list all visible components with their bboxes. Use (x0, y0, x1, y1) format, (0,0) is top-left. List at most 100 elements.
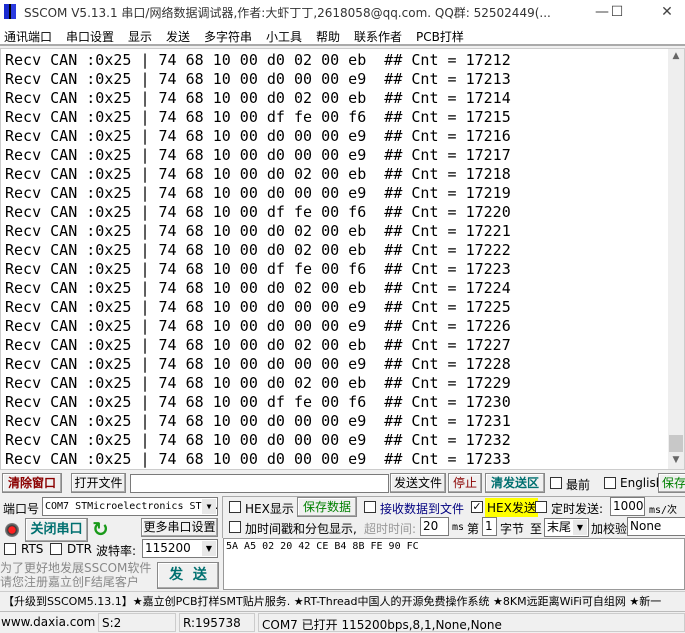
chevron-down-icon: ▼ (202, 541, 216, 556)
byte-to-select[interactable]: 末尾 ▼ (544, 518, 589, 537)
scroll-down-icon[interactable]: ▼ (668, 455, 684, 465)
port-select[interactable]: COM7 STMicroelectronics ST... ▼ (42, 497, 218, 516)
clear-window-button[interactable]: 清除窗口 (2, 473, 62, 493)
receive-line: Recv CAN :0x25 | 74 68 10 00 d0 00 00 e9… (5, 431, 511, 449)
menu-bar: 通讯端口 串口设置 显示 发送 多字符串 小工具 帮助 联系作者 PCB打样 (0, 24, 685, 46)
status-bar: www.daxia.com S:2 R:195738 COM7 已打开 1152… (0, 611, 685, 633)
receive-line: Recv CAN :0x25 | 74 68 10 00 d0 02 00 eb… (5, 241, 511, 259)
rts-checkbox[interactable] (4, 543, 16, 555)
checksum-select[interactable]: None (627, 517, 685, 536)
receive-line: Recv CAN :0x25 | 74 68 10 00 d0 00 00 e9… (5, 146, 511, 164)
receive-line: Recv CAN :0x25 | 74 68 10 00 d0 00 00 e9… (5, 450, 511, 468)
save-params-button[interactable]: 保存参数 (658, 473, 685, 493)
menu-tools[interactable]: 小工具 (266, 28, 302, 45)
to-label: 至 (530, 522, 543, 536)
chevron-down-icon: ▼ (202, 499, 216, 514)
receive-line: Recv CAN :0x25 | 74 68 10 00 d0 00 00 e9… (5, 127, 511, 145)
website-link[interactable]: www.daxia.com (1, 615, 95, 629)
timestamp-checkbox[interactable] (229, 521, 241, 533)
hex-send-label: HEX发送 (485, 498, 538, 517)
interval-input[interactable]: 1000 (610, 497, 645, 516)
port-label: 端口号 (3, 502, 40, 516)
timed-send-label: 定时发送: (551, 502, 604, 516)
english-label: English (620, 476, 664, 490)
refresh-icon[interactable]: ↻ (92, 518, 109, 540)
receive-line: Recv CAN :0x25 | 74 68 10 00 df fe 00 f6… (5, 393, 511, 411)
receive-line: Recv CAN :0x25 | 74 68 10 00 df fe 00 f6… (5, 260, 511, 278)
open-file-button[interactable]: 打开文件 (71, 473, 126, 493)
interval-unit: ms/次 (649, 505, 678, 516)
sent-count: S:2 (98, 613, 176, 632)
receive-line: Recv CAN :0x25 | 74 68 10 00 d0 02 00 eb… (5, 336, 511, 354)
more-port-settings-button[interactable]: 更多串口设置 (141, 518, 218, 537)
received-count: R:195738 (179, 613, 255, 632)
port-value: COM7 STMicroelectronics ST... (45, 501, 218, 512)
menu-multi-string[interactable]: 多字符串 (204, 28, 252, 45)
save-data-button[interactable]: 保存数据 (297, 497, 357, 517)
byte-to-value: 末尾 (547, 520, 572, 534)
menu-serial-settings[interactable]: 串口设置 (66, 28, 114, 45)
timed-send-checkbox[interactable] (535, 501, 547, 513)
topmost-label: 最前 (566, 478, 591, 492)
byte-from-label: 第 (467, 522, 480, 536)
receive-lines: Recv CAN :0x25 | 74 68 10 00 d0 02 00 eb… (5, 51, 511, 469)
scroll-thumb[interactable] (669, 435, 683, 452)
promo-line-2: 请您注册嘉立创F结尾客户 (0, 575, 139, 589)
scroll-up-icon[interactable]: ▲ (668, 51, 684, 61)
app-icon (4, 4, 16, 19)
title-bar: SSCOM V5.13.1 串口/网络数据调试器,作者:大虾丁丁,2618058… (0, 0, 685, 24)
port-status-led-icon (5, 523, 19, 537)
byte-from-input[interactable]: 1 (482, 517, 497, 536)
file-path-input[interactable] (130, 474, 389, 493)
checksum-label: 加校验 (591, 522, 628, 536)
send-file-button[interactable]: 发送文件 (390, 473, 446, 493)
dtr-label: DTR (67, 542, 92, 556)
close-port-button[interactable]: 关闭串口 (25, 518, 88, 542)
menu-pcb[interactable]: PCB打样 (416, 28, 464, 45)
timeout-label: 超时时间: (364, 522, 417, 536)
receive-line: Recv CAN :0x25 | 74 68 10 00 d0 00 00 e9… (5, 298, 511, 316)
stop-button[interactable]: 停止 (448, 473, 482, 493)
maximize-button[interactable]: ☐ (602, 2, 632, 22)
receive-line: Recv CAN :0x25 | 74 68 10 00 d0 00 00 e9… (5, 355, 511, 373)
receive-area[interactable]: Recv CAN :0x25 | 74 68 10 00 d0 02 00 eb… (0, 48, 685, 470)
timeout-input[interactable]: 20 (420, 517, 449, 536)
menu-send[interactable]: 发送 (166, 28, 190, 45)
close-button[interactable]: ✕ (652, 2, 682, 22)
vertical-scrollbar[interactable]: ▲ ▼ (668, 49, 684, 469)
promo-line-1: 为了更好地发展SSCOM软件 (0, 561, 152, 575)
port-status: COM7 已打开 115200bps,8,1,None,None (258, 613, 685, 632)
receive-line: Recv CAN :0x25 | 74 68 10 00 df fe 00 f6… (5, 108, 511, 126)
receive-line: Recv CAN :0x25 | 74 68 10 00 d0 00 00 e9… (5, 70, 511, 88)
send-input[interactable]: 5A A5 02 20 42 CE B4 8B FE 90 FC (223, 538, 685, 590)
window-title: SSCOM V5.13.1 串口/网络数据调试器,作者:大虾丁丁,2618058… (24, 6, 551, 20)
menu-display[interactable]: 显示 (128, 28, 152, 45)
hex-display-label: HEX显示 (245, 502, 294, 516)
baud-value: 115200 (145, 541, 191, 555)
topmost-checkbox[interactable] (550, 477, 562, 489)
receive-line: Recv CAN :0x25 | 74 68 10 00 df fe 00 f6… (5, 203, 511, 221)
send-button[interactable]: 发 送 (157, 562, 219, 589)
baud-select[interactable]: 115200 ▼ (142, 539, 218, 558)
clear-send-button[interactable]: 清发送区 (485, 473, 545, 493)
menu-comm-port[interactable]: 通讯端口 (4, 28, 52, 45)
dtr-checkbox[interactable] (50, 543, 62, 555)
chevron-down-icon: ▼ (573, 520, 587, 535)
byte-unit-label: 字节 (500, 522, 525, 536)
receive-line: Recv CAN :0x25 | 74 68 10 00 d0 02 00 eb… (5, 51, 511, 69)
receive-line: Recv CAN :0x25 | 74 68 10 00 d0 00 00 e9… (5, 317, 511, 335)
hex-send-checkbox[interactable]: ✓ (471, 501, 483, 513)
rts-label: RTS (21, 542, 44, 556)
hex-display-checkbox[interactable] (229, 501, 241, 513)
timeout-unit: ms (452, 522, 465, 533)
receive-line: Recv CAN :0x25 | 74 68 10 00 d0 02 00 eb… (5, 165, 511, 183)
menu-help[interactable]: 帮助 (316, 28, 340, 45)
menu-contact-author[interactable]: 联系作者 (354, 28, 402, 45)
recv-to-file-checkbox[interactable] (364, 501, 376, 513)
promo-marquee[interactable]: 【升级到SSCOM5.13.1】★嘉立创PCB打样SMT贴片服务. ★RT-Th… (0, 591, 685, 610)
receive-line: Recv CAN :0x25 | 74 68 10 00 d0 02 00 eb… (5, 89, 511, 107)
english-checkbox[interactable] (604, 477, 616, 489)
baud-label: 波特率: (96, 544, 137, 558)
receive-line: Recv CAN :0x25 | 74 68 10 00 d0 00 00 e9… (5, 184, 511, 202)
timestamp-label: 加时间戳和分包显示, (245, 522, 357, 536)
